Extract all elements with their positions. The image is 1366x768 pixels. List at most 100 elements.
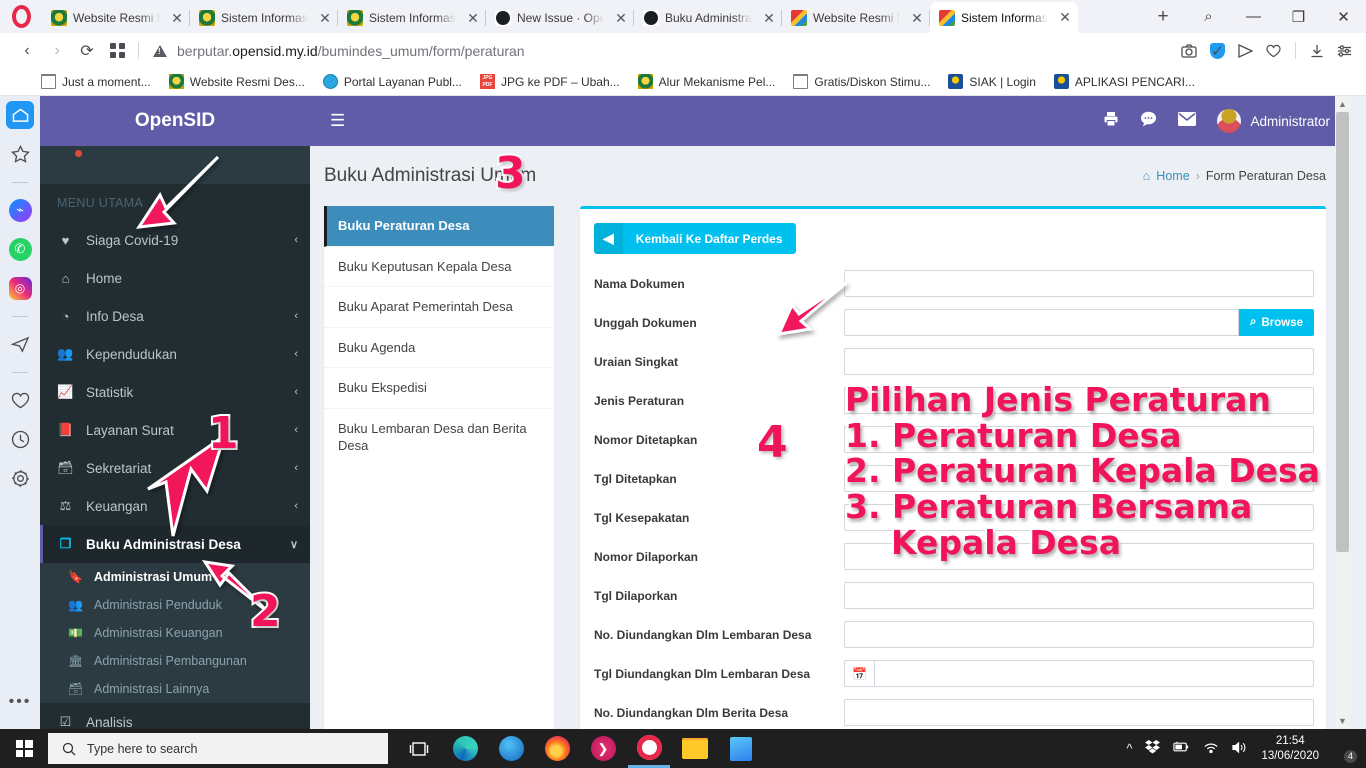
sidebar-toggle-icon[interactable]: ☰ (330, 111, 345, 131)
browser-tab-5[interactable]: Website Resmi Desa ✕ (782, 3, 930, 33)
scroll-down-arrow[interactable]: ▼ (1335, 713, 1350, 729)
page-scrollbar[interactable]: ▲ ▼ (1335, 96, 1350, 729)
input-tgl-diundangkan-dlm-lembaran-desa[interactable] (874, 660, 1314, 687)
browser-tab-2[interactable]: Sistem Informasi De ✕ (338, 3, 486, 33)
envelope-icon[interactable] (1178, 112, 1197, 130)
minimize-button[interactable]: — (1231, 0, 1276, 33)
input-no-diundangkan-dlm-berita-desa[interactable] (844, 699, 1314, 726)
back-icon[interactable]: ‹ (12, 37, 42, 65)
sidebar-item-sekretariat[interactable]: 🗃 Sekretariat ‹ (40, 449, 310, 487)
sidebar-item-home[interactable]: ⌂ Home (40, 259, 310, 297)
maximize-button[interactable]: ❐ (1276, 0, 1321, 33)
sidebar-whatsapp-icon[interactable]: ✆ (6, 235, 34, 263)
bookmark-7[interactable]: APLIKASI PENCARI... (1047, 72, 1202, 91)
input-nomor-dilaporkan[interactable] (844, 543, 1314, 570)
sidebar-settings-icon[interactable] (6, 464, 34, 492)
sidebar-item-analisis[interactable]: ☑ Analisis (40, 703, 310, 729)
input-no-diundangkan-dlm-lembaran-desa[interactable] (844, 621, 1314, 648)
browser-tab-1[interactable]: Sistem Informasi De ✕ (190, 3, 338, 33)
new-tab-button[interactable]: + (1146, 0, 1180, 33)
book-list-item-5[interactable]: Buku Lembaran Desa dan Berita Desa (324, 409, 554, 466)
not-secure-icon[interactable] (153, 44, 167, 57)
snapshot-icon[interactable] (1181, 43, 1197, 58)
start-button[interactable] (0, 729, 48, 768)
task-view-icon[interactable] (398, 729, 440, 768)
taskbar-search-input[interactable]: Type here to search (48, 733, 388, 764)
sidebar-item-buku-administrasi-desa[interactable]: ❐ Buku Administrasi Desa ∨ (40, 525, 310, 563)
sidebar-item-keuangan[interactable]: ⚖ Keuangan ‹ (40, 487, 310, 525)
book-list-item-2[interactable]: Buku Aparat Pemerintah Desa (324, 287, 554, 328)
sidebar-item-info-desa[interactable]: ◔ Info Desa ‹ (40, 297, 310, 335)
edge-icon[interactable] (444, 729, 486, 768)
breadcrumb-home-icon[interactable]: ⌂ (1143, 169, 1151, 183)
close-tab-icon[interactable]: ✕ (168, 10, 186, 27)
bookmark-1[interactable]: Website Resmi Des... (162, 72, 312, 91)
browser-tab-0[interactable]: Website Resmi Desa ✕ (42, 3, 190, 33)
printer-icon[interactable] (1103, 111, 1119, 131)
input-tgl-dilaporkan[interactable] (844, 582, 1314, 609)
close-tab-icon[interactable]: ✕ (612, 10, 630, 27)
sidebar-heart-icon[interactable] (6, 386, 34, 414)
heart-icon[interactable] (1266, 44, 1281, 58)
bookmark-5[interactable]: Gratis/Diskon Stimu... (786, 72, 937, 91)
chat-icon[interactable] (1140, 111, 1157, 131)
file-explorer-icon[interactable] (674, 729, 716, 768)
close-tab-icon[interactable]: ✕ (316, 10, 334, 27)
book-list-item-4[interactable]: Buku Ekspedisi (324, 368, 554, 409)
dropbox-icon[interactable] (490, 729, 532, 768)
browser-tab-6[interactable]: Sistem Informasi De ✕ (930, 2, 1078, 33)
chevron-up-icon[interactable]: ^ (1126, 741, 1132, 756)
bookmark-4[interactable]: Alur Mekanisme Pel... (631, 72, 783, 91)
book-list-item-0[interactable]: Buku Peraturan Desa (324, 206, 554, 247)
sidebar-item-kependudukan[interactable]: 👥 Kependudukan ‹ (40, 335, 310, 373)
input-uraian-singkat[interactable] (844, 348, 1314, 375)
calendar-icon[interactable]: 📅 (844, 660, 874, 687)
book-list-item-3[interactable]: Buku Agenda (324, 328, 554, 369)
bookmark-2[interactable]: Portal Layanan Publ... (316, 72, 469, 91)
close-tab-icon[interactable]: ✕ (464, 10, 482, 27)
url-input[interactable]: berputar.opensid.my.id/bumindes_umum/for… (145, 43, 1181, 59)
sidebar-more-icon[interactable]: ••• (9, 693, 32, 711)
send-icon[interactable] (1238, 43, 1253, 58)
scroll-up-arrow[interactable]: ▲ (1335, 96, 1350, 112)
dropbox-tray-icon[interactable] (1145, 740, 1161, 757)
close-window-button[interactable]: ✕ (1321, 0, 1366, 33)
close-tab-icon[interactable]: ✕ (760, 10, 778, 27)
sidebar-instagram-icon[interactable]: ◎ (6, 274, 34, 302)
forward-icon[interactable]: › (42, 37, 72, 65)
notification-center-icon[interactable]: 4 (1332, 738, 1358, 764)
browse-button[interactable]: ⌕ Browse (1239, 309, 1314, 336)
back-to-list-button[interactable]: ◀ Kembali Ke Daftar Perdes (594, 223, 796, 254)
sidebar-telegram-icon[interactable] (6, 330, 34, 358)
sidebar-messenger-icon[interactable]: ⌁ (6, 196, 34, 224)
close-tab-icon[interactable]: ✕ (908, 10, 926, 27)
opera-logo-icon[interactable] (0, 0, 42, 33)
sidebar-item-statistik[interactable]: 📈 Statistik ‹ (40, 373, 310, 411)
sidebar-home-icon[interactable] (6, 101, 34, 129)
taskbar-clock[interactable]: 21:54 13/06/2020 (1261, 734, 1319, 763)
submenu-item-administrasi-keuangan[interactable]: 💵 Administrasi Keuangan (40, 619, 310, 647)
scroll-thumb[interactable] (1336, 112, 1349, 552)
vpn-shield-icon[interactable]: ✓ (1210, 42, 1225, 60)
opera-taskbar-icon[interactable] (628, 729, 670, 768)
user-menu[interactable]: Administrator (1217, 109, 1330, 133)
input-tgl-kesepakatan[interactable] (844, 504, 1314, 531)
submenu-item-administrasi-pembangunan[interactable]: 🏛 Administrasi Pembangunan (40, 647, 310, 675)
speed-dial-icon[interactable] (102, 37, 132, 65)
browser-tab-3[interactable]: New Issue · OpenSID ✕ (486, 3, 634, 33)
close-tab-icon[interactable]: ✕ (1056, 9, 1074, 26)
input-jenis-peraturan[interactable] (844, 387, 1314, 414)
sidebar-item-siaga-covid-19[interactable]: ♥ Siaga Covid-19 ‹ (40, 221, 310, 259)
submenu-item-administrasi-penduduk[interactable]: 👥 Administrasi Penduduk (40, 591, 310, 619)
sidebar-item-layanan-surat[interactable]: 📕 Layanan Surat ‹ (40, 411, 310, 449)
browser-tab-4[interactable]: Buku Administrasi D ✕ (634, 3, 782, 33)
firefox-icon[interactable] (536, 729, 578, 768)
breadcrumb-home-link[interactable]: Home (1156, 169, 1189, 183)
submenu-item-administrasi-umum[interactable]: 🔖 Administrasi Umum (40, 563, 310, 591)
volume-icon[interactable] (1232, 741, 1248, 757)
book-list-item-1[interactable]: Buku Keputusan Kepala Desa (324, 247, 554, 288)
sidebar-speeddial-icon[interactable] (6, 140, 34, 168)
battery-icon[interactable] (1173, 741, 1190, 756)
input-tgl-ditetapkan[interactable] (844, 465, 1314, 492)
input-nomor-ditetapkan[interactable] (844, 426, 1314, 453)
